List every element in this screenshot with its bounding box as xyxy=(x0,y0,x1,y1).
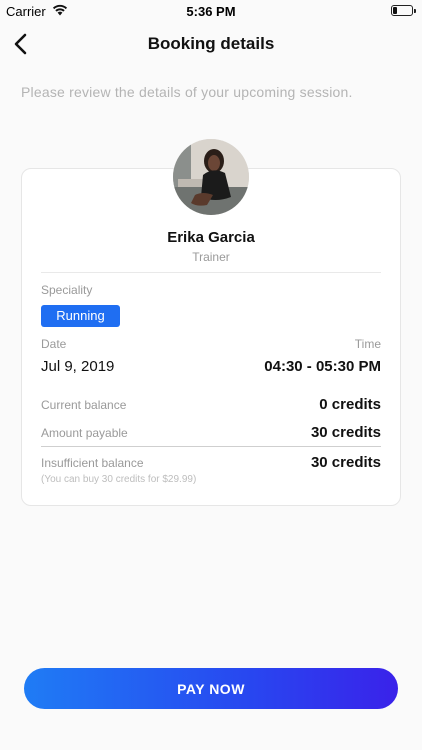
pay-now-button[interactable]: PAY NOW xyxy=(24,668,398,709)
insufficient-balance-value: 30 credits xyxy=(310,454,381,471)
buy-credits-note: (You can buy 30 credits for $29.99) xyxy=(41,474,197,485)
trainer-name: Erika Garcia xyxy=(167,229,255,246)
time-label: Time xyxy=(354,337,381,351)
status-time: 5:36 PM xyxy=(186,4,236,19)
speciality-badge: Running xyxy=(41,305,120,327)
page-title: Booking details xyxy=(147,34,275,53)
page-subtitle: Please review the details of your upcomi… xyxy=(21,84,353,100)
amount-payable-label: Amount payable xyxy=(41,426,128,440)
trainer-role: Trainer xyxy=(192,250,230,264)
session-time: 04:30 - 05:30 PM xyxy=(264,358,381,375)
insufficient-balance-label: Insufficient balance xyxy=(41,456,144,470)
amount-payable-value: 30 credits xyxy=(310,424,381,441)
session-date: Jul 9, 2019 xyxy=(41,358,115,375)
divider xyxy=(41,272,381,273)
trainer-avatar xyxy=(173,139,249,215)
battery-icon xyxy=(391,5,416,16)
current-balance-value: 0 credits xyxy=(319,396,381,413)
speciality-label: Speciality xyxy=(41,283,93,297)
balance-divider xyxy=(41,446,381,447)
navigation-bar: Booking details xyxy=(0,22,422,66)
status-bar: Carrier 5:36 PM xyxy=(0,0,422,22)
current-balance-label: Current balance xyxy=(41,398,127,412)
date-label: Date xyxy=(41,337,67,351)
